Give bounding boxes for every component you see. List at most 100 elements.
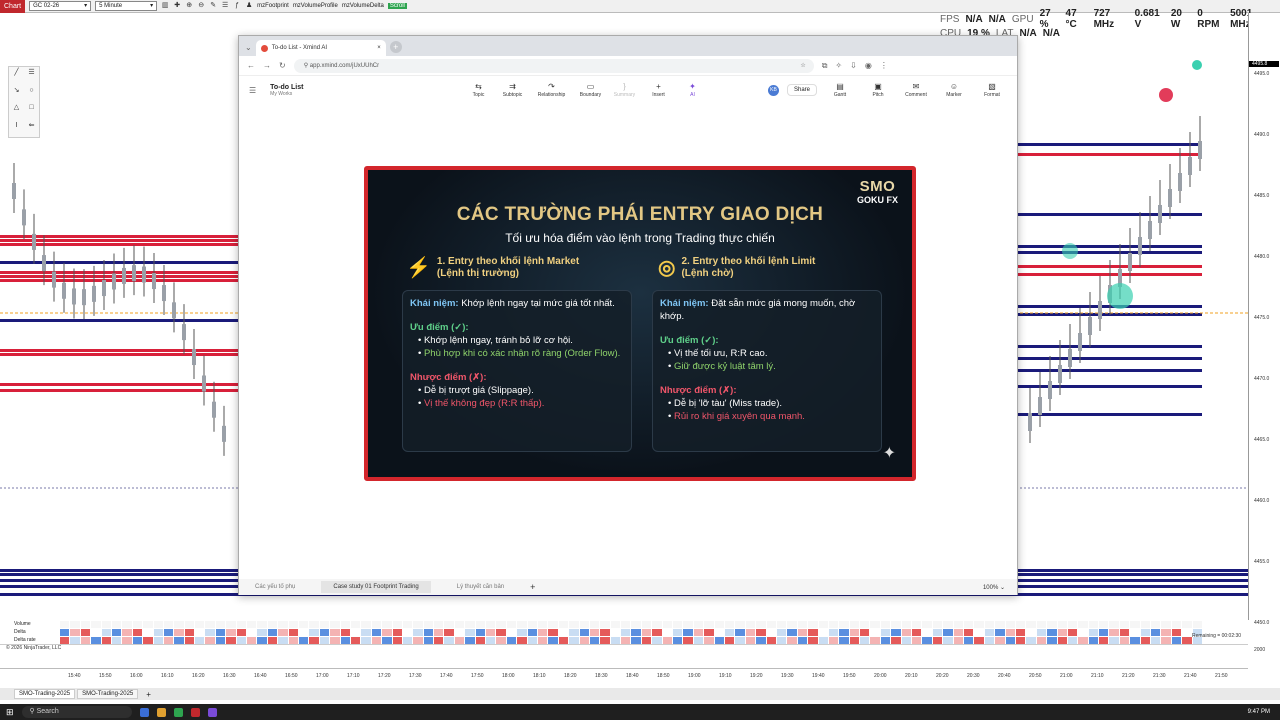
reload-icon[interactable]: ↻ — [279, 61, 286, 70]
workspace-tab[interactable]: SMO-Trading-2025 — [14, 689, 76, 699]
data-cell — [1151, 620, 1162, 628]
triangle-tool-icon[interactable]: △ — [9, 102, 24, 120]
volume-bubble — [1192, 60, 1202, 70]
sheet-tab[interactable]: Các yếu tố phụ — [255, 584, 295, 590]
avatar[interactable]: KB — [767, 84, 779, 96]
zoom-level[interactable]: 100% ⌄ — [983, 584, 1005, 591]
data-cell — [725, 620, 736, 628]
menu-icon[interactable]: ⋮ — [880, 61, 888, 70]
data-cell — [454, 620, 466, 628]
summary-button[interactable]: } Summary — [609, 82, 639, 98]
candle-body — [172, 302, 176, 319]
data-cell — [517, 636, 528, 644]
add-sheet-button[interactable]: + — [530, 582, 535, 592]
forward-icon[interactable]: → — [263, 61, 271, 70]
volume-bubble — [1159, 88, 1173, 102]
data-cell — [215, 636, 227, 644]
data-cell — [80, 636, 92, 644]
sheet-tab[interactable]: Lý thuyết căn bản — [457, 584, 504, 590]
windows-start-icon[interactable]: ⊞ — [6, 707, 14, 718]
download-icon[interactable]: ⇩ — [850, 61, 857, 70]
draw-icon[interactable]: ✎ — [209, 2, 217, 10]
data-cell — [662, 636, 674, 644]
ai-button[interactable]: ✦ AI — [677, 82, 707, 98]
marker-button[interactable]: ☺ Marker — [939, 82, 969, 98]
data-cell — [943, 636, 954, 644]
data-cell — [361, 628, 372, 636]
relationship-button[interactable]: ↷ Relationship — [531, 82, 571, 98]
properties-icon[interactable]: ☰ — [221, 2, 229, 10]
boundary-button[interactable]: ▭ Boundary — [575, 82, 605, 98]
hamburger-menu-icon[interactable]: ☰ — [249, 86, 256, 95]
indicator-footprint[interactable]: mzFootprint — [257, 3, 289, 9]
data-cell — [901, 628, 913, 636]
folder-icon[interactable] — [156, 707, 166, 717]
ray-tool-icon[interactable]: ↘ — [9, 85, 24, 103]
time-tick: 19:40 — [812, 673, 825, 679]
candle-body — [1168, 189, 1172, 207]
instrument-select[interactable]: GC 02-26 ▾ — [29, 1, 92, 11]
zoom-in-icon[interactable]: ⊕ — [185, 2, 193, 10]
zoom-out-icon[interactable]: ⊖ — [197, 2, 205, 10]
data-cell — [413, 628, 424, 636]
text-tool-icon[interactable]: I — [9, 120, 24, 138]
time-tick: 19:50 — [843, 673, 856, 679]
insert-button[interactable]: + Insert — [643, 82, 673, 98]
tab-list-icon[interactable]: ⌄ — [245, 43, 252, 52]
circle-tool-icon[interactable]: ○ — [24, 85, 39, 103]
crosshair-icon[interactable]: ✚ — [173, 2, 181, 10]
workspace-tab[interactable]: SMO-Trading-2025 — [77, 689, 139, 699]
data-cell — [766, 628, 777, 636]
data-cell — [1057, 628, 1068, 636]
profile-icon[interactable]: ◉ — [865, 61, 872, 70]
data-cell — [974, 620, 985, 628]
chrome-icon[interactable] — [173, 707, 183, 717]
gantt-button[interactable]: ▤ Gantt — [825, 82, 855, 98]
close-icon[interactable]: × — [377, 45, 381, 51]
zone-bar — [1018, 413, 1202, 416]
bar-type-icon[interactable]: ▥ — [161, 2, 169, 10]
browser-tab[interactable]: To-do List - Xmind AI × — [255, 40, 386, 56]
extension-icon[interactable]: ⧉ — [822, 61, 828, 71]
subtopic-button[interactable]: ⇉ Subtopic — [497, 82, 527, 98]
back-icon[interactable]: ← — [247, 61, 255, 70]
scroll-button[interactable]: Scroll — [387, 3, 407, 9]
new-tab-button[interactable]: + — [389, 41, 402, 53]
share-button[interactable]: Share — [786, 84, 817, 96]
slide-image[interactable]: SMO GOKU FX CÁC TRƯỜNG PHÁI ENTRY GIAO D… — [364, 166, 916, 481]
bookmark-star-icon[interactable]: ☆ — [800, 59, 805, 73]
app-icon[interactable] — [207, 707, 217, 717]
data-cell — [143, 636, 154, 644]
candle-body — [1198, 141, 1202, 159]
add-tab-button[interactable]: + — [140, 690, 157, 699]
puzzle-icon[interactable]: ✧ — [835, 61, 842, 70]
format-button[interactable]: ▧ Format — [977, 82, 1007, 98]
line-tool-icon[interactable]: ╱ — [9, 67, 24, 85]
chart-tab[interactable]: Chart — [0, 0, 26, 13]
ninjatrader-icon[interactable] — [190, 707, 200, 717]
pitch-button[interactable]: ▣ Pitch — [863, 82, 893, 98]
list-tool-icon[interactable]: ☰ — [24, 67, 39, 85]
price-axis[interactable]: 4495.8 4495.0 4490.0 4485.0 4480.0 4475.0 447… — [1248, 13, 1280, 626]
taskbar-search[interactable]: ⚲ Search — [21, 706, 132, 718]
candle-body — [142, 266, 146, 283]
strategy-icon[interactable]: ♟ — [245, 2, 253, 10]
data-cell — [506, 636, 518, 644]
document-title[interactable]: To-do List My Works — [270, 84, 303, 97]
comment-icon: ✉ — [912, 82, 920, 91]
rect-tool-icon[interactable]: □ — [24, 102, 39, 120]
time-tick: 19:00 — [688, 673, 701, 679]
data-cell — [870, 620, 881, 628]
time-tick: 16:20 — [192, 673, 205, 679]
time-axis[interactable]: 15:40 15:50 16:00 16:10 16:20 16:30 16:40 16:50… — [0, 668, 1248, 682]
arrow-tool-icon[interactable]: ⇐ — [24, 120, 39, 138]
sheet-tab-active[interactable]: Case study 01 Footprint Trading — [321, 581, 431, 593]
comment-button[interactable]: ✉ Comment — [901, 82, 931, 98]
url-field[interactable]: ⚲ app.xmind.com/jUxUUhCr ☆ — [293, 58, 814, 73]
timeframe-select[interactable]: 5 Minute ▾ — [95, 1, 158, 11]
taskbar-app-icon[interactable] — [139, 707, 149, 717]
indicator-volume-profile[interactable]: mzVolumeProfile — [293, 3, 338, 9]
indicator-icon[interactable]: ƒ — [233, 2, 241, 10]
indicator-volume-delta[interactable]: mzVolumeDelta — [342, 3, 384, 9]
topic-button[interactable]: ⇆ Topic — [463, 82, 493, 98]
